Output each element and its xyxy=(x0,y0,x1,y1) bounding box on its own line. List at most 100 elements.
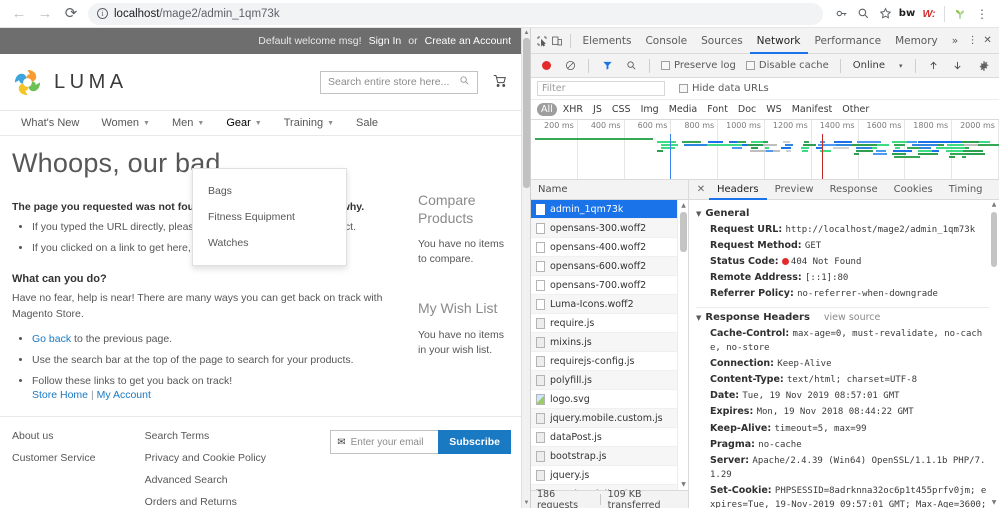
detail-tab-preview[interactable]: Preview xyxy=(767,180,822,200)
star-icon[interactable] xyxy=(874,3,896,25)
scroll-up-arrow[interactable]: ▲ xyxy=(678,200,688,211)
nav-item-men[interactable]: Men ▼ xyxy=(161,111,215,135)
hide-data-urls-checkbox[interactable]: Hide data URLs xyxy=(675,83,773,94)
scrollbar-thumb[interactable] xyxy=(991,212,997,267)
filter-funnel-icon[interactable] xyxy=(596,55,618,77)
detail-tab-response[interactable]: Response xyxy=(822,180,886,200)
request-row-opensans-400-woff2[interactable]: opensans-400.woff2 xyxy=(531,238,688,257)
request-row-opensans-700-woff2[interactable]: opensans-700.woff2 xyxy=(531,276,688,295)
request-row-datapost-js[interactable]: dataPost.js xyxy=(531,428,688,447)
export-har-icon[interactable] xyxy=(947,55,969,77)
sign-in-link[interactable]: Sign In xyxy=(369,35,402,47)
site-info-icon[interactable]: i xyxy=(97,8,108,19)
scrollbar-thumb[interactable] xyxy=(680,212,687,252)
preserve-log-checkbox[interactable]: Preserve log xyxy=(657,60,740,71)
clear-icon[interactable] xyxy=(559,55,581,77)
footer-link-about-us[interactable]: About us xyxy=(12,430,145,442)
store-home-link[interactable]: Store Home xyxy=(32,389,88,401)
view-source-link[interactable]: view source xyxy=(824,312,880,323)
extension-w-icon[interactable]: W: xyxy=(918,3,940,25)
nav-item-whats-new[interactable]: What's New xyxy=(10,111,90,135)
close-icon[interactable]: ✕ xyxy=(980,30,995,52)
detail-tab-headers[interactable]: Headers xyxy=(709,180,767,200)
record-button[interactable] xyxy=(535,55,557,77)
subscribe-button[interactable]: Subscribe xyxy=(438,430,511,454)
tab-memory[interactable]: Memory xyxy=(888,28,945,54)
type-filter-other[interactable]: Other xyxy=(838,103,873,116)
detail-scrollbar[interactable]: ▲ ▼ xyxy=(989,200,999,508)
reload-button[interactable]: ⟳ xyxy=(58,2,84,26)
search-icon[interactable] xyxy=(620,55,642,77)
scroll-down-arrow[interactable]: ▼ xyxy=(522,498,530,508)
back-button[interactable]: ← xyxy=(6,2,32,26)
type-filter-manifest[interactable]: Manifest xyxy=(788,103,837,116)
footer-link-search-terms[interactable]: Search Terms xyxy=(145,430,331,442)
throttling-select[interactable]: Online ▾ xyxy=(848,60,908,71)
go-back-link[interactable]: Go back xyxy=(32,333,71,345)
submenu-item-fitness-equipment[interactable]: Fitness Equipment xyxy=(193,204,346,230)
request-row-jquery-mobile-custom-js[interactable]: jquery.mobile.custom.js xyxy=(531,409,688,428)
my-account-link[interactable]: My Account xyxy=(97,389,151,401)
inspect-element-icon[interactable] xyxy=(535,30,550,52)
nav-item-gear[interactable]: Gear ▼ xyxy=(215,111,272,135)
network-overview-timeline[interactable]: 200 ms 400 ms 600 ms 800 ms 1000 ms 1200… xyxy=(531,120,999,180)
scroll-down-arrow[interactable]: ▼ xyxy=(678,479,688,490)
type-filter-img[interactable]: Img xyxy=(637,103,663,116)
type-filter-xhr[interactable]: XHR xyxy=(559,103,587,116)
filter-input[interactable]: Filter xyxy=(537,81,665,96)
forward-button[interactable]: → xyxy=(32,2,58,26)
nav-item-sale[interactable]: Sale xyxy=(345,111,389,135)
search-input[interactable]: Search entire store here... xyxy=(320,71,478,94)
footer-link-privacy-policy[interactable]: Privacy and Cookie Policy xyxy=(145,452,331,464)
response-headers-section-header[interactable]: ▼Response Headersview source xyxy=(696,312,989,323)
scroll-down-arrow[interactable]: ▼ xyxy=(989,498,999,508)
newsletter-email-input[interactable]: ✉ Enter your email xyxy=(330,430,438,454)
browser-menu-button[interactable]: ⋮ xyxy=(971,3,993,25)
gear-icon[interactable] xyxy=(973,55,995,77)
tab-console[interactable]: Console xyxy=(638,28,694,54)
scroll-up-arrow[interactable]: ▲ xyxy=(989,200,999,210)
request-row-opensans-300-woff2[interactable]: opensans-300.woff2 xyxy=(531,219,688,238)
submenu-item-watches[interactable]: Watches xyxy=(193,230,346,256)
close-detail-icon[interactable]: ✕ xyxy=(693,184,709,195)
request-row-admin-1qm73k[interactable]: admin_1qm73k xyxy=(531,200,688,219)
type-filter-media[interactable]: Media xyxy=(665,103,702,116)
type-filter-doc[interactable]: Doc xyxy=(734,103,760,116)
magnifier-icon[interactable] xyxy=(852,3,874,25)
submenu-item-bags[interactable]: Bags xyxy=(193,178,346,204)
detail-tab-cookies[interactable]: Cookies xyxy=(886,180,941,200)
type-filter-font[interactable]: Font xyxy=(703,103,732,116)
logo[interactable]: LUMA xyxy=(12,67,128,98)
request-row-bootstrap-js[interactable]: bootstrap.js xyxy=(531,447,688,466)
extension-bw-icon[interactable]: bw xyxy=(896,3,918,25)
page-scrollbar[interactable]: ▲ ▼ xyxy=(521,28,530,508)
shopping-cart-icon[interactable] xyxy=(491,72,508,92)
create-account-link[interactable]: Create an Account xyxy=(425,35,511,47)
request-row-opensans-600-woff2[interactable]: opensans-600.woff2 xyxy=(531,257,688,276)
type-filter-js[interactable]: JS xyxy=(589,103,606,116)
devtools-menu-button[interactable]: ⋮ xyxy=(965,30,980,52)
request-list-scrollbar[interactable]: ▲ ▼ xyxy=(677,200,688,490)
address-bar[interactable]: i localhost/mage2/admin_1qm73k xyxy=(88,3,823,25)
key-icon[interactable] xyxy=(830,3,852,25)
scrollbar-thumb[interactable] xyxy=(523,38,530,188)
request-row-jquery-js[interactable]: jquery.js xyxy=(531,466,688,485)
request-row-logo-svg[interactable]: logo.svg xyxy=(531,390,688,409)
request-row-require-js[interactable]: require.js xyxy=(531,314,688,333)
more-tabs-button[interactable]: » xyxy=(945,28,965,54)
request-row-translate-inline-js[interactable]: translate-inline.js xyxy=(531,485,688,490)
tab-network[interactable]: Network xyxy=(750,28,808,54)
nav-item-women[interactable]: Women ▼ xyxy=(90,111,161,135)
request-row-polyfill-js[interactable]: polyfill.js xyxy=(531,371,688,390)
device-toolbar-icon[interactable] xyxy=(550,30,565,52)
tab-performance[interactable]: Performance xyxy=(808,28,889,54)
general-section-header[interactable]: ▼General xyxy=(696,208,989,219)
disable-cache-checkbox[interactable]: Disable cache xyxy=(742,60,833,71)
type-filter-all[interactable]: All xyxy=(537,103,557,116)
footer-link-orders-returns[interactable]: Orders and Returns xyxy=(145,496,331,508)
tab-elements[interactable]: Elements xyxy=(575,28,638,54)
type-filter-css[interactable]: CSS xyxy=(608,103,635,116)
detail-tab-timing[interactable]: Timing xyxy=(941,180,991,200)
request-row-requirejs-config-js[interactable]: requirejs-config.js xyxy=(531,352,688,371)
request-row-mixins-js[interactable]: mixins.js xyxy=(531,333,688,352)
